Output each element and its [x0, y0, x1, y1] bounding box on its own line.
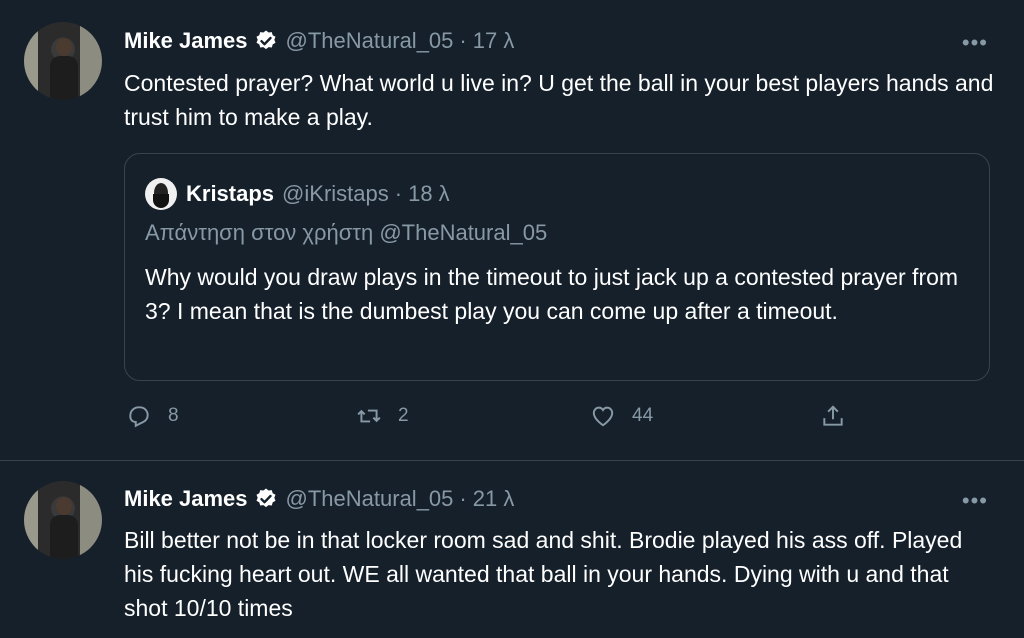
author-handle[interactable]: @TheNatural_05: [286, 28, 454, 54]
separator: ·: [459, 486, 467, 511]
share-button[interactable]: [820, 403, 846, 429]
author-name[interactable]: Mike James: [124, 28, 248, 54]
quoted-tweet-header: Kristaps @iKristaps · 18 λ: [145, 178, 450, 210]
quoted-separator: ·: [394, 181, 403, 206]
tweet-header: Mike James @TheNatural_05 · 17 λ: [124, 28, 514, 54]
quoted-avatar-beard: [153, 194, 169, 208]
timestamp[interactable]: 17 λ: [473, 28, 515, 54]
verified-badge-icon: [256, 30, 276, 50]
retweet-icon: [357, 409, 381, 423]
quoted-author-name: Kristaps: [186, 181, 275, 206]
author-name[interactable]: Mike James: [124, 486, 248, 512]
quoted-timestamp: 18 λ: [408, 181, 450, 206]
tweet-text: Contested prayer? What world u live in? …: [124, 70, 994, 130]
quoted-tweet[interactable]: Kristaps @iKristaps · 18 λ Απάντηση στον…: [124, 153, 990, 381]
reply-count: 8: [168, 405, 179, 426]
tweet[interactable]: Mike James @TheNatural_05 · 21 λ ••• Bil…: [0, 461, 1024, 638]
retweet-count: 2: [398, 405, 409, 426]
tweet-text: Bill better not be in that locker room s…: [124, 527, 963, 621]
more-icon[interactable]: •••: [962, 488, 988, 514]
tweet-actions: 8 2 44: [124, 403, 864, 439]
quoted-avatar: [145, 178, 177, 210]
like-button[interactable]: 44: [590, 403, 653, 429]
tweet[interactable]: Mike James @TheNatural_05 · 17 λ ••• Con…: [0, 0, 1024, 461]
author-handle[interactable]: @TheNatural_05: [286, 486, 454, 512]
reply-button[interactable]: 8: [126, 403, 179, 429]
avatar-figure: [50, 515, 78, 559]
avatar-head: [56, 497, 72, 515]
share-icon: [823, 405, 843, 426]
verified-badge-icon: [256, 488, 276, 508]
quoted-reply-to: Απάντηση στον χρήστη @TheNatural_05: [145, 220, 548, 245]
timestamp[interactable]: 21 λ: [473, 486, 515, 512]
tweet-header: Mike James @TheNatural_05 · 21 λ: [124, 486, 514, 512]
more-icon[interactable]: •••: [962, 30, 988, 56]
avatar-figure: [50, 56, 78, 100]
quoted-author-handle: @iKristaps: [282, 181, 389, 206]
reply-icon: [129, 406, 149, 428]
quoted-tweet-text: Why would you draw plays in the timeout …: [145, 264, 959, 324]
heart-icon: [592, 406, 614, 427]
avatar[interactable]: [24, 481, 102, 559]
separator: ·: [459, 28, 467, 53]
avatar-head: [56, 38, 72, 56]
avatar[interactable]: [24, 22, 102, 100]
retweet-button[interactable]: 2: [356, 403, 409, 429]
like-count: 44: [632, 405, 654, 426]
